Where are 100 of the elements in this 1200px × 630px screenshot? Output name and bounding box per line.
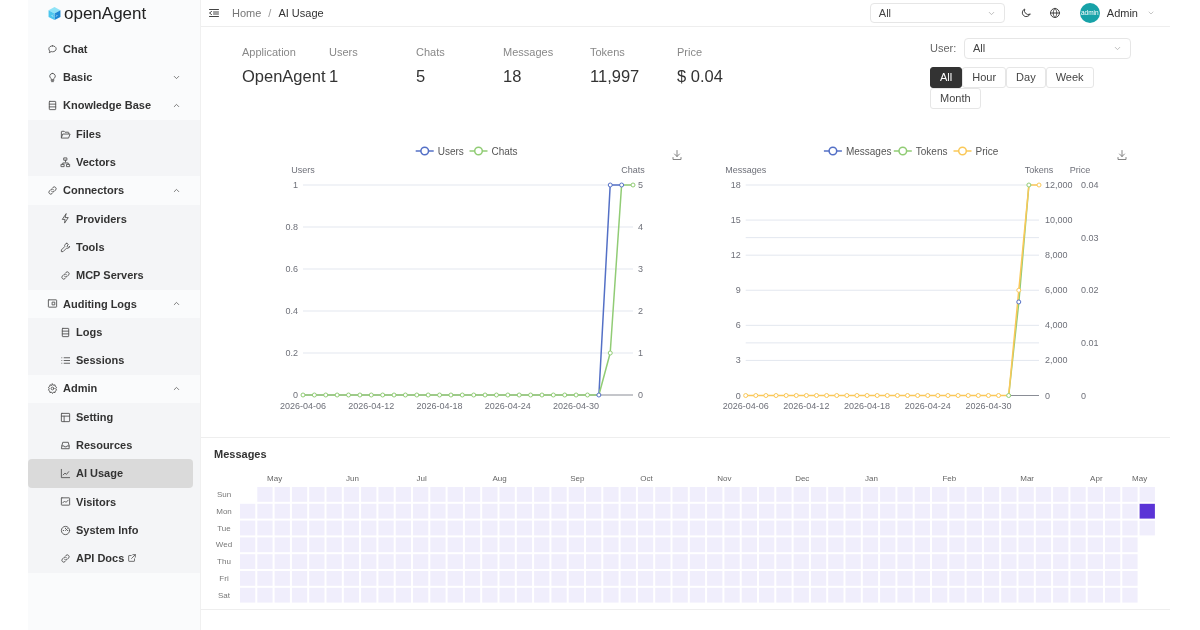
breadcrumb-link[interactable]: Home [232, 4, 262, 22]
sidebar-item[interactable]: Providers [28, 204, 193, 234]
globe-icon[interactable] [1048, 7, 1061, 19]
sidebar-item[interactable]: AI Usage [28, 459, 193, 488]
axis-tick-label: 1 [638, 348, 643, 358]
legend-item[interactable]: Tokens [893, 145, 948, 157]
sidebar-item[interactable]: System Info [28, 516, 193, 545]
sidebar-item[interactable]: Vectors [28, 148, 193, 177]
sidebar-item[interactable]: Resources [28, 431, 193, 460]
stat-label: Users [329, 45, 359, 59]
sidebar-item[interactable]: MCP Servers [28, 261, 193, 290]
axis-tick-label: 0.02 [1081, 285, 1099, 296]
menu-icon[interactable] [208, 7, 220, 19]
data-point [1006, 393, 1012, 398]
data-point [334, 392, 340, 398]
link-icon [60, 270, 71, 281]
legend-label: Price [975, 145, 999, 157]
axis-tick-label: 0.4 [285, 306, 298, 316]
sidebar-item[interactable]: Setting [28, 402, 193, 432]
sidebar-item[interactable]: Visitors [28, 487, 193, 517]
axis-tick-label: 2026-04-30 [553, 401, 600, 411]
data-point [482, 392, 488, 398]
sidebar-item[interactable]: Chat [28, 35, 193, 64]
segmented-option[interactable]: Month [930, 88, 981, 109]
data-point [630, 182, 636, 188]
segmented-option[interactable]: Week [1045, 67, 1094, 88]
data-point [471, 392, 477, 398]
sidebar-item[interactable]: Sessions [28, 346, 193, 375]
data-point [300, 392, 306, 398]
month-label: Dec [795, 473, 810, 483]
notebook-icon [60, 326, 71, 338]
day-label: Thu [217, 557, 231, 567]
legend-item[interactable]: Messages [823, 145, 892, 157]
axis-tick-label: 1 [293, 180, 298, 190]
month-label: Nov [717, 473, 732, 483]
axis-tick-label: 0.8 [285, 222, 298, 232]
sidebar-item[interactable]: Logs [28, 317, 193, 347]
axis-tick-label: 0 [735, 390, 741, 401]
app-select[interactable]: All [869, 3, 1005, 23]
axis-tick-label: 8,000 [1045, 250, 1068, 261]
day-label: Sun [216, 489, 232, 499]
user-select[interactable]: All [964, 38, 1131, 59]
axis-tick-label: 5 [638, 180, 643, 190]
axis-tick-label: 12 [730, 250, 741, 261]
segmented-option[interactable]: Hour [962, 67, 1007, 88]
month-label: Oct [640, 473, 653, 483]
axis-tick-label: 2026-04-18 [416, 401, 463, 411]
data-point [935, 393, 941, 398]
axis-tick-label: 2 [638, 306, 643, 316]
axis-tick-label: 0 [1081, 390, 1086, 401]
sidebar-item[interactable]: Admin [28, 374, 193, 403]
sidebar-item[interactable]: Basic [28, 63, 193, 92]
data-point [814, 393, 819, 398]
data-point [425, 392, 431, 398]
download-icon[interactable] [673, 150, 681, 160]
data-point [607, 350, 613, 356]
data-point [391, 392, 397, 398]
sidebar-item[interactable]: Tools [28, 233, 193, 262]
data-point [437, 392, 443, 398]
axis-tick-label: 2026-04-06 [722, 401, 769, 411]
data-point [516, 392, 522, 398]
month-label: Apr [1090, 473, 1103, 483]
data-point [874, 393, 880, 398]
legend-item[interactable]: Users [414, 145, 464, 157]
legend-item[interactable]: Price [952, 145, 999, 157]
moon-icon[interactable] [1019, 7, 1032, 19]
axis-tick-label: 0.04 [1081, 180, 1099, 190]
stat-value: 11,997 [590, 66, 641, 86]
settings-icon [47, 383, 58, 395]
data-point [975, 393, 981, 398]
sidebar-item[interactable]: Auditing Logs [28, 289, 193, 318]
line-chart-icon [60, 468, 71, 480]
section-title: Messages [213, 447, 268, 461]
data-point [955, 393, 961, 398]
sidebar-item[interactable]: Connectors [28, 176, 193, 205]
sidebar-item[interactable]: Files [28, 119, 193, 149]
data-point [763, 393, 769, 398]
axis-tick-label: 0 [638, 390, 643, 400]
sidebar-item[interactable]: API Docs [28, 544, 193, 573]
axis-tick-label: 9 [735, 285, 741, 296]
user-name[interactable]: Admin [1106, 4, 1138, 22]
month-label: Jun [346, 473, 359, 483]
data-point [1036, 182, 1042, 188]
data-point [596, 392, 602, 398]
stat-label: Messages [503, 45, 555, 59]
data-point [1016, 299, 1022, 305]
data-point [448, 392, 454, 398]
legend-label: Chats [491, 145, 518, 157]
data-point [753, 393, 759, 398]
data-point [793, 393, 799, 398]
legend-item[interactable]: Chats [468, 145, 518, 157]
sidebar-item[interactable]: Knowledge Base [28, 91, 193, 120]
download-icon[interactable] [1118, 150, 1126, 160]
segmented-option[interactable]: All [930, 67, 963, 88]
legend-label: Users [437, 145, 464, 157]
data-point [550, 392, 556, 398]
data-point [894, 393, 900, 398]
segmented-option[interactable]: Day [1006, 67, 1046, 88]
inbox-icon [60, 439, 71, 451]
day-label: Wed [215, 540, 233, 550]
